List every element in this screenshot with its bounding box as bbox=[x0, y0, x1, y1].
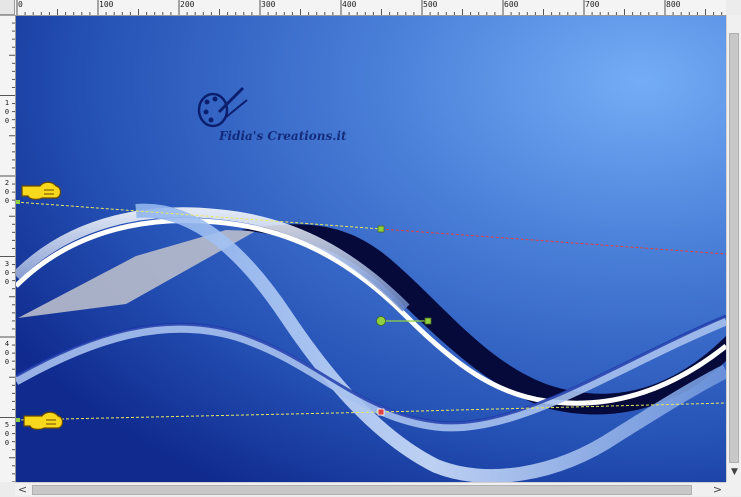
guide-node-bottom bbox=[377, 408, 385, 416]
ruler-label-400: 400 bbox=[342, 0, 357, 9]
ruler-vlabel-200-b: 0 bbox=[4, 188, 10, 196]
ruler-vlabel-400-b: 0 bbox=[4, 349, 10, 357]
arrow-left-icon[interactable]: < bbox=[15, 483, 30, 497]
ruler-label-600: 600 bbox=[504, 0, 519, 9]
ruler-corner bbox=[0, 0, 15, 15]
ruler-label-100: 100 bbox=[99, 0, 114, 9]
scrollbar-corner bbox=[726, 482, 741, 496]
ruler-horizontal[interactable]: 0 100 200 300 400 500 600 700 800 bbox=[15, 0, 726, 16]
canvas-artwork bbox=[16, 16, 726, 482]
rotation-pivot-node bbox=[376, 316, 386, 326]
guide-node-top bbox=[377, 225, 385, 233]
ruler-vlabel-400-c: 0 bbox=[4, 358, 10, 366]
rotation-handle-node bbox=[424, 317, 432, 325]
ruler-label-500: 500 bbox=[423, 0, 438, 9]
ruler-vlabel-500-b: 0 bbox=[4, 430, 10, 438]
ruler-vlabel-100-b: 0 bbox=[4, 108, 10, 116]
ruler-vlabel-100-c: 0 bbox=[4, 117, 10, 125]
pointing-hand-icon-bottom[interactable] bbox=[20, 408, 66, 434]
horizontal-scrollbar[interactable]: < > bbox=[15, 482, 726, 496]
ruler-vlabel-300-a: 3 bbox=[4, 260, 10, 268]
ruler-vlabel-500-c: 0 bbox=[4, 439, 10, 447]
ruler-vlabel-300-c: 0 bbox=[4, 278, 10, 286]
ruler-vlabel-300-b: 0 bbox=[4, 269, 10, 277]
ruler-vlabel-500-a: 5 bbox=[4, 421, 10, 429]
ruler-label-0: 0 bbox=[18, 0, 23, 9]
pointing-hand-icon-top[interactable] bbox=[18, 178, 64, 204]
ruler-label-200: 200 bbox=[180, 0, 195, 9]
ruler-vlabel-200-a: 2 bbox=[4, 179, 10, 187]
arrow-down-icon[interactable]: ▼ bbox=[727, 465, 741, 480]
ruler-horizontal-ticks bbox=[16, 0, 723, 15]
ruler-vertical-ticks bbox=[0, 15, 15, 482]
ruler-vertical[interactable]: 1 0 0 2 0 0 3 0 0 4 0 0 5 0 0 bbox=[0, 15, 16, 482]
ruler-vlabel-100-a: 1 bbox=[4, 99, 10, 107]
ruler-label-800: 800 bbox=[666, 0, 681, 9]
vertical-scrollbar[interactable]: ▼ bbox=[726, 15, 741, 482]
ruler-vlabel-400-a: 4 bbox=[4, 340, 10, 348]
watermark-text: Fidia's Creations.it bbox=[219, 129, 347, 143]
horizontal-scroll-thumb[interactable] bbox=[32, 485, 692, 495]
ruler-vlabel-200-c: 0 bbox=[4, 197, 10, 205]
ruler-label-300: 300 bbox=[261, 0, 276, 9]
arrow-right-icon[interactable]: > bbox=[710, 483, 725, 497]
ruler-label-700: 700 bbox=[585, 0, 600, 9]
image-canvas[interactable]: Fidia's Creations.it bbox=[16, 16, 726, 482]
vertical-scroll-thumb[interactable] bbox=[729, 33, 739, 463]
